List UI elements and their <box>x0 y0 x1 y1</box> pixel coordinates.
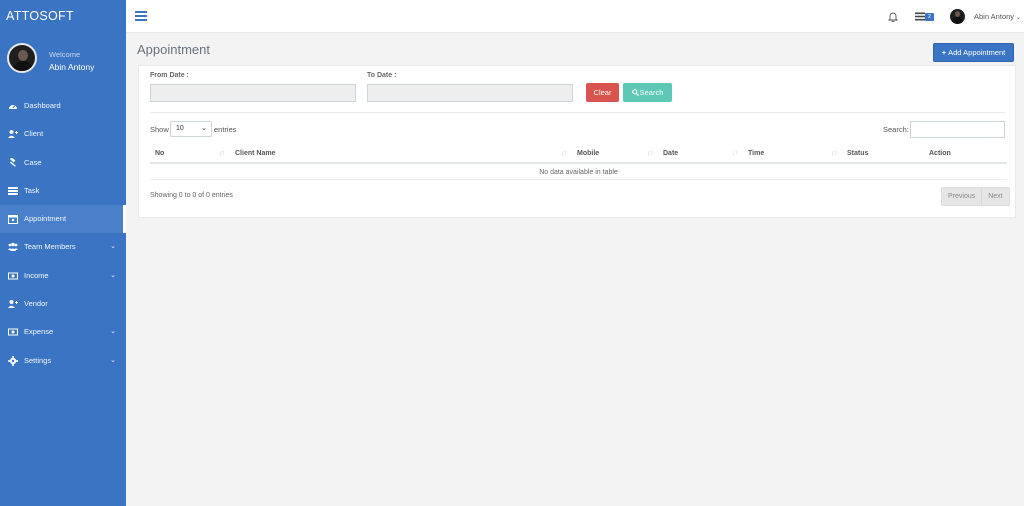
chevron-down-icon: ⌄ <box>110 271 116 279</box>
chevron-down-icon: ⌄ <box>201 125 207 132</box>
avatar[interactable] <box>7 43 37 73</box>
clear-button[interactable]: Clear <box>586 83 619 102</box>
table-header: No ↓↑ Client Name ↓↑ Mobile ↓↑ Date ↓↑ T… <box>150 145 1007 164</box>
sidebar-item-settings[interactable]: Settings ⌄ <box>0 347 126 375</box>
chevron-down-icon: ⌄ <box>110 243 116 251</box>
page-title: Appointment <box>137 42 210 57</box>
column-header-no[interactable]: No <box>155 150 164 157</box>
table-search-label: Search: <box>883 125 909 134</box>
next-button[interactable]: Next <box>981 188 1008 205</box>
topbar: 2 Abin Antony ⌄ <box>126 0 1024 33</box>
sort-icon: ↓↑ <box>831 150 837 157</box>
sidebar-item-vendor[interactable]: Vendor <box>0 290 126 318</box>
search-button-label: Search <box>639 88 664 97</box>
entries-select[interactable]: 10 ⌄ <box>170 121 212 137</box>
sort-icon: ↓↑ <box>732 150 738 157</box>
sidebar-item-label: Task <box>24 185 40 195</box>
user-menu[interactable]: Abin Antony ⌄ <box>974 12 1021 21</box>
entries-label: entries <box>214 125 237 134</box>
avatar[interactable] <box>950 9 965 24</box>
dashboard-icon <box>9 105 17 109</box>
table-search-input[interactable] <box>910 121 1005 138</box>
sidebar-item-label: Vendor <box>24 299 48 309</box>
sidebar-item-income[interactable]: Income ⌄ <box>0 262 126 290</box>
sidebar-item-case[interactable]: Case <box>0 149 126 177</box>
sidebar-item-label: Expense <box>24 327 54 337</box>
sidebar-item-appointment[interactable]: Appointment <box>0 205 126 234</box>
add-appointment-label: Add Appointment <box>948 48 1006 57</box>
sidebar-item-label: Team Members <box>24 242 76 252</box>
search-button[interactable]: Search <box>623 83 672 102</box>
bell-icon[interactable] <box>888 11 898 22</box>
column-header-client-name[interactable]: Client Name <box>235 150 275 157</box>
from-date-input[interactable] <box>150 84 356 102</box>
to-date-input[interactable] <box>367 84 573 102</box>
notification-badge[interactable]: 2 <box>925 13 934 21</box>
to-date-label: To Date : <box>367 72 397 79</box>
sidebar-item-label: Income <box>24 270 49 280</box>
welcome-text: Welcome <box>49 50 81 59</box>
user-name: Abin Antony <box>974 12 1015 21</box>
sidebar-user-name: Abin Antony <box>49 62 95 72</box>
calendar-icon <box>8 215 18 225</box>
empty-table-message: No data available in table <box>150 166 1007 180</box>
chevron-down-icon: ⌄ <box>110 328 116 336</box>
sidebar-item-client[interactable]: Client <box>0 120 126 148</box>
server-icon <box>8 186 18 195</box>
users-icon <box>8 243 18 252</box>
column-header-action: Action <box>929 150 951 157</box>
table-info: Showing 0 to 0 of 0 entries <box>150 192 233 199</box>
column-header-time[interactable]: Time <box>748 150 764 157</box>
previous-button[interactable]: Previous <box>942 188 981 205</box>
user-plus-icon <box>8 300 18 309</box>
plus-icon: + <box>941 48 947 57</box>
user-plus-icon <box>8 130 18 139</box>
sort-icon: ↓↑ <box>219 150 225 157</box>
appointment-panel: From Date : To Date : Clear Search Show … <box>138 65 1016 218</box>
money-icon <box>8 272 18 280</box>
from-date-label: From Date : <box>150 72 189 79</box>
add-appointment-button[interactable]: + Add Appointment <box>933 43 1014 62</box>
search-icon <box>631 89 639 96</box>
chevron-down-icon: ⌄ <box>1016 15 1022 21</box>
gavel-icon <box>9 157 16 167</box>
tasks-icon[interactable] <box>915 12 925 21</box>
sidebar-item-label: Dashboard <box>24 101 61 110</box>
sidebar-item-label: Client <box>24 129 44 139</box>
sidebar-item-task[interactable]: Task <box>0 177 126 205</box>
sidebar-item-label: Appointment <box>24 214 67 224</box>
chevron-down-icon: ⌄ <box>110 356 116 364</box>
show-label: Show <box>150 125 169 134</box>
sidebar-item-team-members[interactable]: Team Members ⌄ <box>0 233 126 261</box>
sidebar: ATTOSOFT Welcome Abin Antony Dashboard C… <box>0 0 126 506</box>
sidebar-item-expense[interactable]: Expense ⌄ <box>0 318 126 346</box>
column-header-date[interactable]: Date <box>663 150 678 157</box>
sidebar-menu: Dashboard Client Case Task Appointment T… <box>0 92 126 375</box>
column-header-mobile[interactable]: Mobile <box>577 150 599 157</box>
hamburger-menu-icon[interactable] <box>135 11 147 21</box>
pagination: Previous Next <box>941 187 1010 206</box>
divider <box>150 112 1005 113</box>
sidebar-profile: Welcome Abin Antony <box>0 33 126 85</box>
sidebar-item-label: Settings <box>24 355 52 365</box>
money-icon <box>8 328 18 336</box>
brand-logo[interactable]: ATTOSOFT <box>0 0 126 33</box>
gear-icon <box>8 355 18 366</box>
sidebar-item-dashboard[interactable]: Dashboard <box>0 92 126 120</box>
column-header-status[interactable]: Status <box>847 150 868 157</box>
sort-icon: ↓↑ <box>647 150 653 157</box>
entries-value: 10 <box>176 125 184 132</box>
sort-icon: ↓↑ <box>561 150 567 157</box>
sidebar-item-label: Case <box>24 157 42 167</box>
